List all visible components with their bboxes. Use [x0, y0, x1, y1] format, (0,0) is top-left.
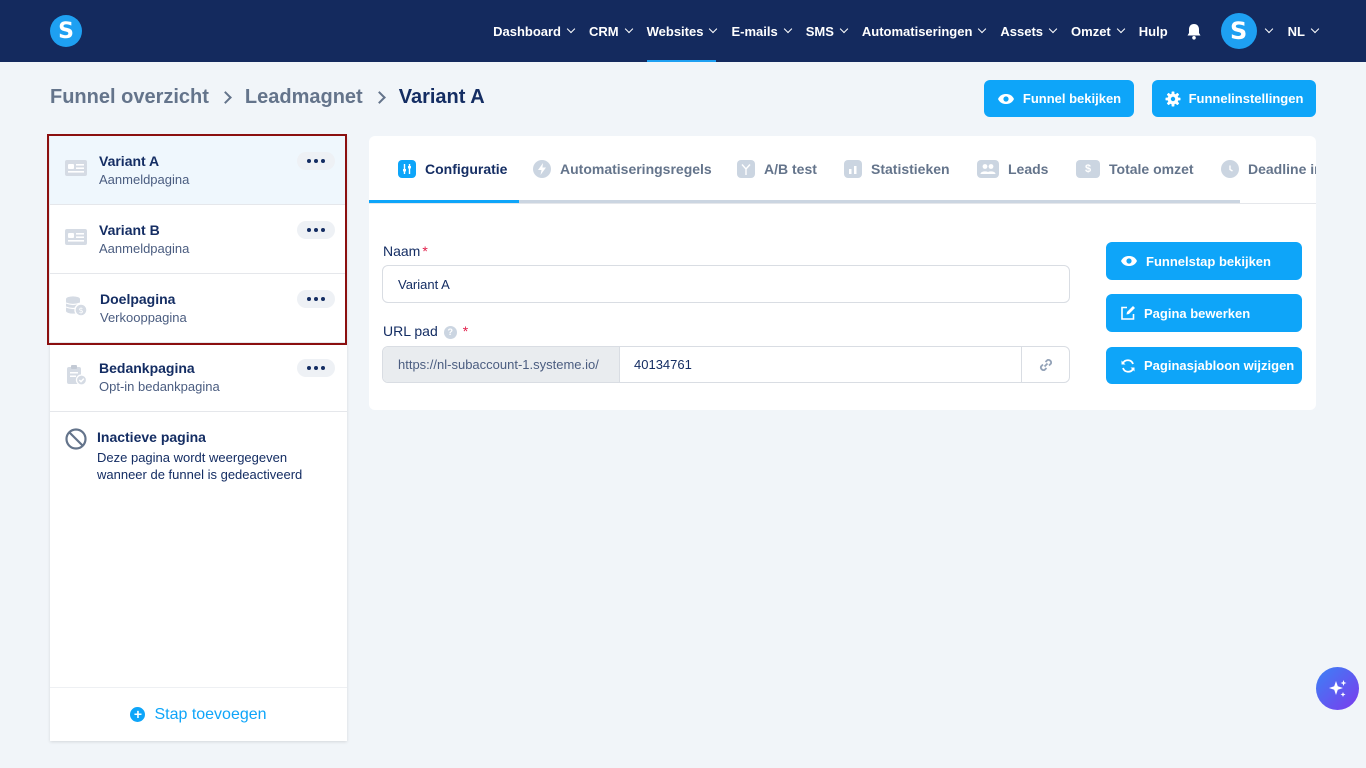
step-title: Doelpagina	[100, 291, 176, 307]
step-subtitle: Opt-in bedankpagina	[99, 379, 220, 394]
step-config-panel: Configuratie Automatiseringsregels A/B t…	[369, 136, 1316, 410]
nav-item-assets[interactable]: Assets	[1000, 0, 1058, 62]
tab-configuratie[interactable]: Configuratie	[398, 160, 507, 178]
ban-icon	[65, 428, 87, 450]
clock-icon	[1221, 160, 1239, 178]
nav-item-automations[interactable]: Automatiseringen	[862, 0, 987, 62]
sparkles-icon	[1328, 679, 1346, 697]
breadcrumb: Funnel overzicht Leadmagnet Variant A	[50, 86, 485, 109]
svg-text:$: $	[78, 306, 83, 315]
nav-item-websites[interactable]: Websites	[646, 0, 718, 62]
inactive-page-title: Inactieve pagina	[97, 429, 206, 445]
chevron-down-icon	[624, 24, 633, 34]
clipboard-check-icon	[67, 365, 88, 386]
nav-item-emails[interactable]: E-mails	[731, 0, 792, 62]
funnel-settings-button[interactable]: Funnelinstellingen	[1152, 80, 1316, 117]
eye-icon	[997, 93, 1014, 104]
link-icon[interactable]	[1021, 347, 1069, 382]
tab-deadline[interactable]: Deadline ir	[1221, 160, 1316, 178]
step-variant-a[interactable]: Variant A Aanmeldpagina	[50, 136, 347, 205]
more-options-icon[interactable]	[297, 152, 335, 170]
dollar-icon: $	[1076, 160, 1100, 178]
nav-item-sms[interactable]: SMS	[806, 0, 849, 62]
chevron-down-icon	[1310, 24, 1320, 34]
help-icon[interactable]: ?	[443, 325, 457, 339]
more-options-icon[interactable]	[297, 221, 335, 239]
step-subtitle: Aanmeldpagina	[99, 241, 190, 256]
change-template-button[interactable]: Paginasjabloon wijzigen	[1106, 347, 1302, 384]
tab-totale-omzet[interactable]: $ Totale omzet	[1076, 160, 1194, 178]
tab-bar: Configuratie Automatiseringsregels A/B t…	[369, 136, 1316, 204]
users-icon	[977, 160, 999, 178]
main-nav: Dashboard CRM Websites E-mails SMS Autom…	[478, 0, 1320, 62]
plus-circle-icon: +	[130, 707, 146, 722]
bell-icon[interactable]	[1185, 22, 1203, 40]
systeme-logo[interactable]: S	[50, 15, 82, 47]
breadcrumb-current: Variant A	[398, 86, 485, 108]
language-selector[interactable]: NL	[1288, 0, 1320, 62]
page-form-icon	[65, 160, 87, 176]
chevron-down-icon	[783, 24, 792, 34]
step-doelpagina[interactable]: $ Doelpagina Verkooppagina	[50, 274, 347, 343]
edit-icon	[1121, 306, 1135, 320]
avatar[interactable]: S	[1220, 13, 1257, 49]
chevron-right-icon	[219, 91, 232, 104]
step-variant-b[interactable]: Variant B Aanmeldpagina	[50, 205, 347, 274]
tab-scrollbar[interactable]	[519, 200, 1240, 203]
step-title: Bedankpagina	[99, 360, 195, 376]
add-step-button[interactable]: + Stap toevoegen	[50, 687, 347, 741]
step-subtitle: Aanmeldpagina	[99, 172, 190, 187]
top-navbar: S Dashboard CRM Websites E-mails SMS Aut…	[0, 0, 1366, 62]
chevron-down-icon	[839, 24, 849, 34]
chevron-right-icon	[372, 91, 386, 104]
more-options-icon[interactable]	[297, 290, 335, 308]
sliders-icon	[398, 160, 416, 178]
url-path-field: https://nl-subaccount-1.systeme.io/ 4013…	[382, 346, 1070, 383]
url-path-input[interactable]: 40134761	[620, 347, 1022, 382]
view-funnel-button[interactable]: Funnel bekijken	[984, 80, 1134, 117]
url-prefix: https://nl-subaccount-1.systeme.io/	[383, 347, 620, 382]
step-bedankpagina[interactable]: Bedankpagina Opt-in bedankpagina	[50, 343, 347, 412]
page-form-icon	[65, 229, 87, 245]
active-tab-indicator	[369, 200, 519, 203]
chevron-down-icon	[709, 24, 718, 34]
eye-icon	[1121, 256, 1137, 266]
split-icon	[737, 160, 755, 178]
ai-assistant-button[interactable]	[1316, 667, 1359, 710]
bar-chart-icon	[844, 160, 862, 178]
chevron-down-icon[interactable]	[1264, 24, 1273, 34]
chevron-down-icon	[566, 24, 576, 34]
coins-icon: $	[65, 296, 88, 317]
nav-item-revenue[interactable]: Omzet	[1071, 0, 1126, 62]
edit-page-button[interactable]: Pagina bewerken	[1106, 294, 1302, 332]
view-step-button[interactable]: Funnelstap bekijken	[1106, 242, 1302, 280]
more-options-icon[interactable]	[297, 359, 335, 377]
url-path-label: URL pad? *	[383, 323, 469, 339]
breadcrumb-leadmagnet[interactable]: Leadmagnet	[245, 86, 363, 109]
tab-leads[interactable]: Leads	[977, 160, 1048, 178]
chevron-down-icon	[1048, 24, 1058, 34]
tab-automatiseringsregels[interactable]: Automatiseringsregels	[533, 160, 712, 178]
name-input[interactable]: Variant A	[382, 265, 1070, 303]
breadcrumb-funnel-overview[interactable]: Funnel overzicht	[50, 86, 209, 109]
refresh-icon	[1121, 358, 1135, 373]
chevron-down-icon	[978, 24, 987, 34]
chevron-down-icon	[1116, 24, 1126, 34]
step-title: Variant A	[99, 153, 160, 169]
nav-item-help[interactable]: Hulp	[1139, 0, 1168, 62]
tab-statistieken[interactable]: Statistieken	[844, 160, 950, 178]
nav-item-crm[interactable]: CRM	[589, 0, 633, 62]
step-subtitle: Verkooppagina	[100, 310, 187, 325]
inactive-page-description: Deze pagina wordt weergegeven wanneer de…	[97, 450, 303, 482]
funnel-steps-panel: Variant A Aanmeldpagina Variant B Aanmel…	[50, 136, 347, 741]
step-title: Variant B	[99, 222, 160, 238]
gear-icon	[1165, 91, 1181, 106]
tab-ab-test[interactable]: A/B test	[737, 160, 817, 178]
bolt-icon	[533, 160, 551, 178]
nav-item-dashboard[interactable]: Dashboard	[493, 0, 576, 62]
name-label: Naam *	[383, 243, 428, 259]
